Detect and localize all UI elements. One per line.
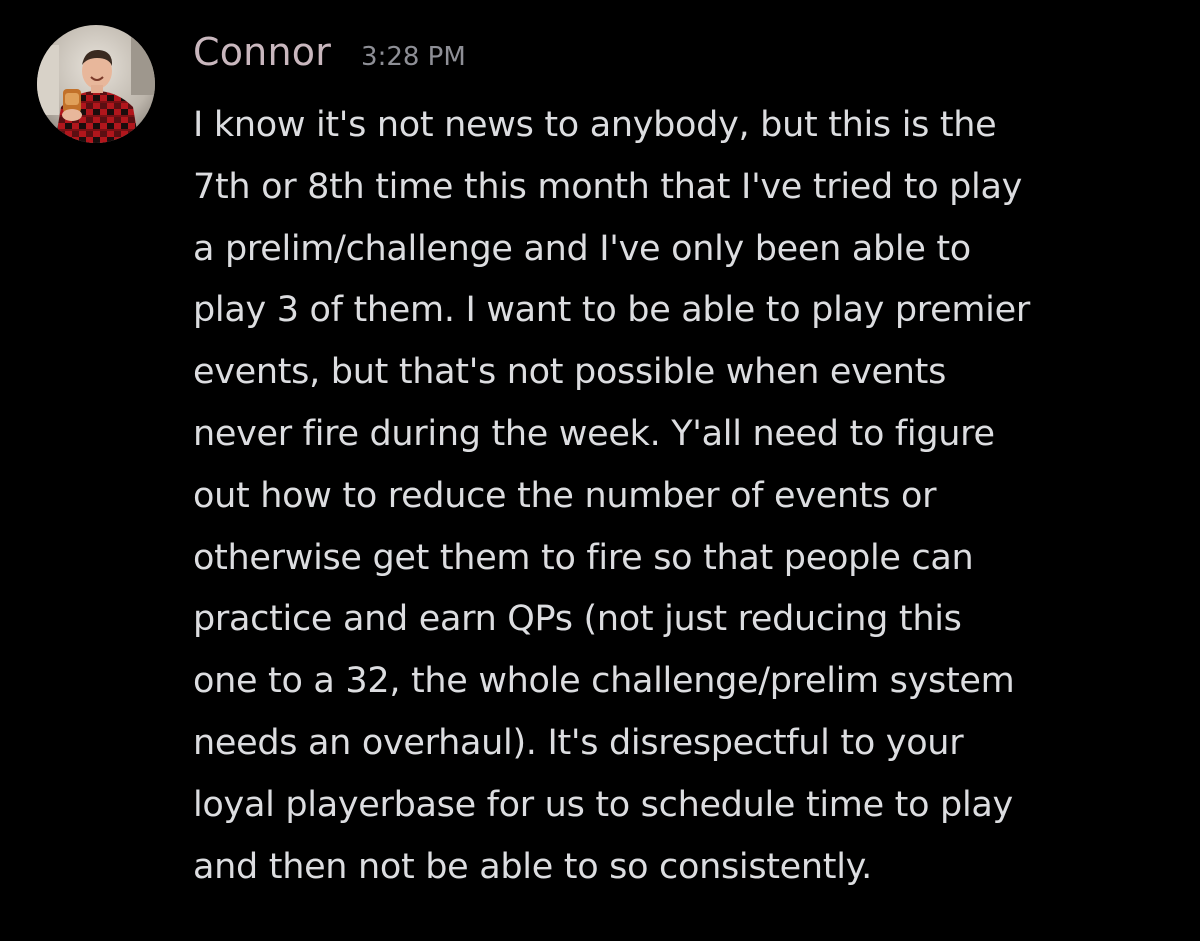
avatar[interactable] <box>37 25 155 143</box>
message-timestamp[interactable]: 3:28 PM <box>361 42 466 72</box>
user-avatar-photo-icon <box>37 25 155 143</box>
message-line: practice and earn QPs (not just reducing… <box>193 599 962 640</box>
message-line: 7th or 8th time this month that I've tri… <box>193 166 1023 207</box>
message-line: otherwise get them to fire so that peopl… <box>193 537 974 578</box>
message-line: and then not be able to so consistently. <box>193 846 872 887</box>
message-line: events, but that's not possible when eve… <box>193 352 947 393</box>
message-line: out how to reduce the number of events o… <box>193 475 937 516</box>
message-line: needs an overhaul). It's disrespectful t… <box>193 722 964 763</box>
message-line: loyal playerbase for us to schedule time… <box>193 784 1013 825</box>
message-line: I know it's not news to anybody, but thi… <box>193 105 997 145</box>
message-header: Connor 3:28 PM <box>193 30 1183 90</box>
message-content: Connor 3:28 PM I know it's not news to a… <box>193 30 1183 898</box>
message-line: one to a 32, the whole challenge/prelim … <box>193 661 1015 702</box>
message-body: I know it's not news to anybody, but thi… <box>193 95 1183 898</box>
message-line: a prelim/challenge and I've only been ab… <box>193 228 971 269</box>
message-line: play 3 of them. I want to be able to pla… <box>193 290 1030 331</box>
chat-message: Connor 3:28 PM I know it's not news to a… <box>0 0 1200 941</box>
author-username[interactable]: Connor <box>193 30 331 74</box>
message-line: never fire during the week. Y'all need t… <box>193 413 995 454</box>
